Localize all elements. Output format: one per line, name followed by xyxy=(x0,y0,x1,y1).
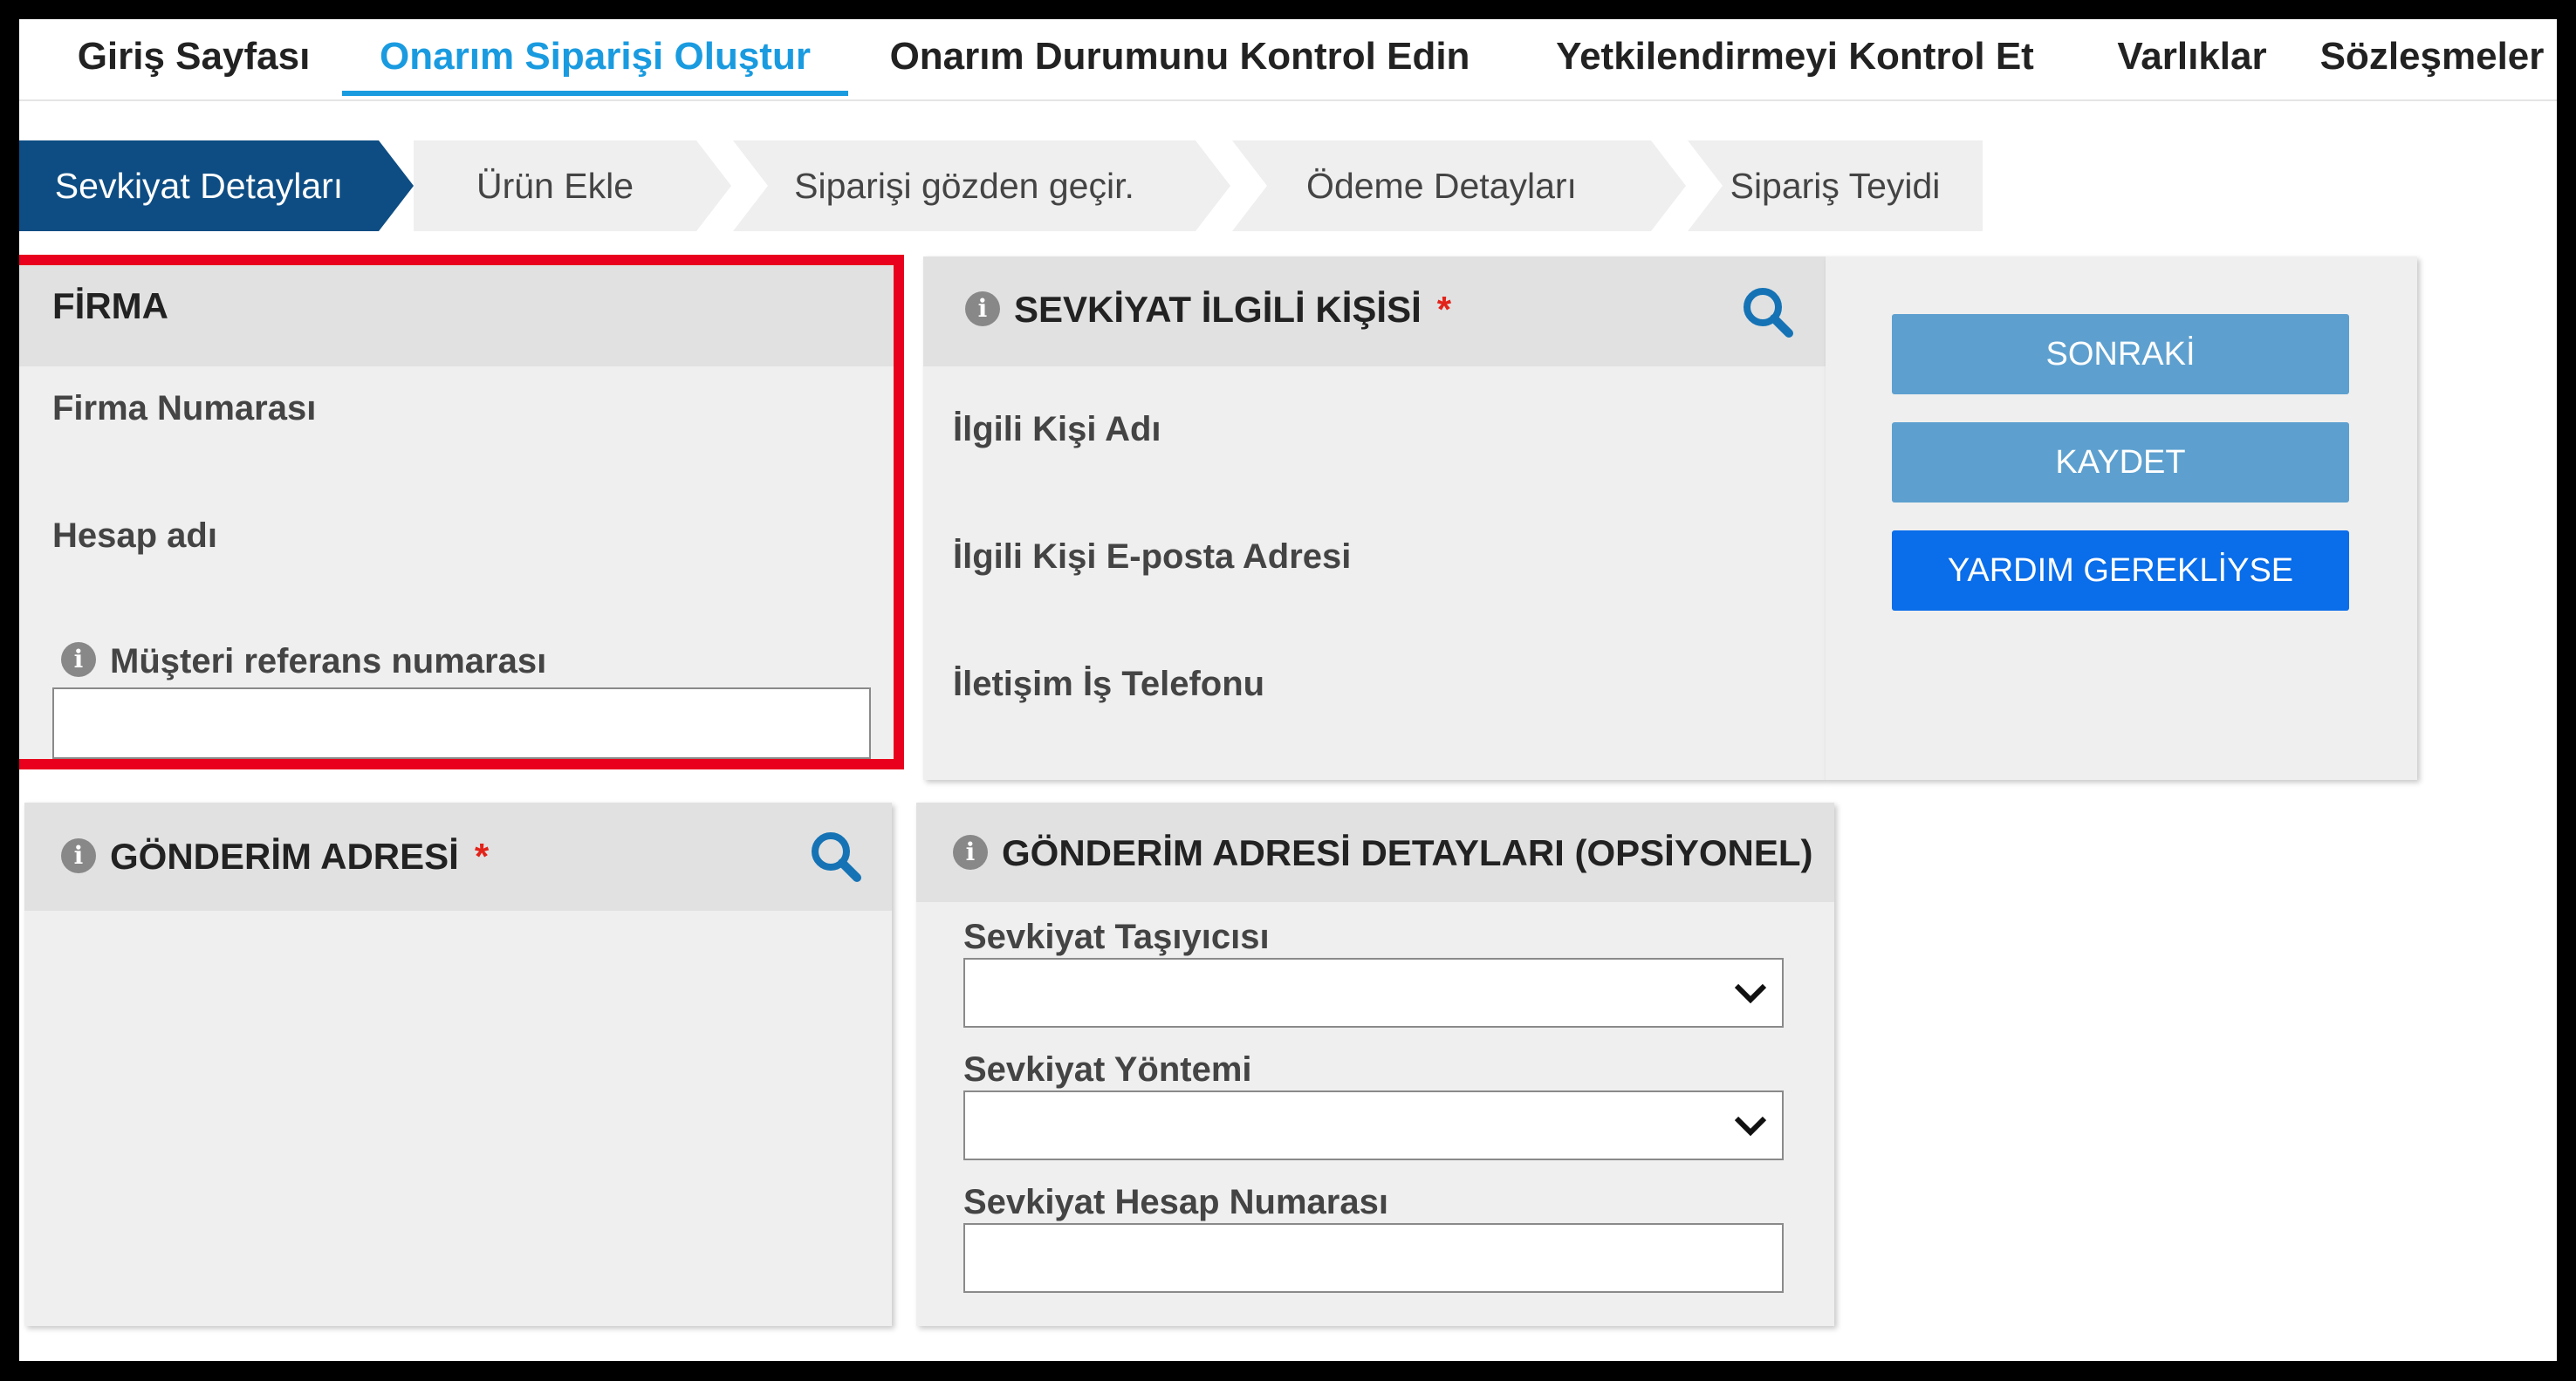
company-panel: FİRMA Firma Numarası Hesap adı i Müşteri … xyxy=(19,265,894,759)
step-arrow xyxy=(1651,140,1686,231)
step-payment-details[interactable]: Ödeme Detayları xyxy=(1232,140,1651,231)
carrier-select[interactable] xyxy=(963,958,1784,1028)
shipping-account-label: Sevkiyat Hesap Numarası xyxy=(963,1183,1388,1221)
top-nav: Giriş Sayfası Onarım Siparişi Oluştur On… xyxy=(19,19,2557,101)
info-icon[interactable]: i xyxy=(953,834,988,870)
company-panel-title: FİRMA xyxy=(19,265,894,366)
shipping-address-header: i GÖNDERİM ADRESİ * xyxy=(24,803,892,911)
required-mark: * xyxy=(1436,289,1452,330)
info-icon[interactable]: i xyxy=(61,642,96,678)
chevron-down-icon[interactable] xyxy=(1731,979,1770,1008)
next-button[interactable]: SONRAKİ xyxy=(1892,314,2349,394)
step-add-product[interactable]: Ürün Ekle xyxy=(414,140,696,231)
shipping-details-panel: i GÖNDERİM ADRESİ DETAYLARI (OPSİYONEL) S… xyxy=(916,803,1834,1326)
shipping-contact-header: i SEVKİYAT İLGİLİ KİŞİSİ * xyxy=(923,256,1826,366)
customer-ref-label-row: i Müşteri referans numarası xyxy=(61,642,546,681)
contact-phone-label: İletişim İş Telefonu xyxy=(953,665,1265,703)
search-icon[interactable] xyxy=(1740,284,1796,340)
step-shipping-details[interactable]: Sevkiyat Detayları xyxy=(19,140,379,231)
app-window: Giriş Sayfası Onarım Siparişi Oluştur On… xyxy=(19,19,2557,1361)
info-icon[interactable]: i xyxy=(965,291,1000,326)
customer-ref-input[interactable] xyxy=(52,687,871,759)
nav-assets[interactable]: Varlıklar xyxy=(2087,19,2297,96)
chevron-down-icon[interactable] xyxy=(1731,1111,1770,1141)
step-arrow xyxy=(1688,140,1723,231)
step-arrow xyxy=(733,140,768,231)
company-number-label: Firma Numarası xyxy=(52,389,317,427)
step-arrow xyxy=(379,140,414,231)
shipping-contact-title: SEVKİYAT İLGİLİ KİŞİSİ xyxy=(1014,289,1422,330)
method-select[interactable] xyxy=(963,1090,1784,1160)
account-name-label: Hesap adı xyxy=(52,516,217,555)
contact-name-label: İlgili Kişi Adı xyxy=(953,410,1161,448)
step-arrow xyxy=(696,140,731,231)
step-order-confirmation[interactable]: Sipariş Teyidi xyxy=(1688,140,1983,231)
nav-home[interactable]: Giriş Sayfası xyxy=(63,19,325,96)
step-arrow xyxy=(1196,140,1230,231)
required-mark: * xyxy=(474,836,490,877)
nav-check-repair-status[interactable]: Onarım Durumunu Kontrol Edin xyxy=(879,19,1481,96)
shipping-address-panel: i GÖNDERİM ADRESİ * xyxy=(24,803,892,1326)
help-button[interactable]: YARDIM GEREKLİYSE xyxy=(1892,530,2349,611)
info-icon[interactable]: i xyxy=(61,837,96,873)
shipping-account-input[interactable] xyxy=(963,1223,1784,1293)
contact-email-label: İlgili Kişi E-posta Adresi xyxy=(953,537,1352,576)
shipping-details-header: i GÖNDERİM ADRESİ DETAYLARI (OPSİYONEL) xyxy=(916,803,1834,902)
customer-ref-label: Müşteri referans numarası xyxy=(110,642,547,680)
step-review-order[interactable]: Siparişi gözden geçir. xyxy=(733,140,1196,231)
shipping-details-title: GÖNDERİM ADRESİ DETAYLARI (OPSİYONEL) xyxy=(1002,832,1813,873)
carrier-label: Sevkiyat Taşıyıcısı xyxy=(963,918,1270,956)
shipping-address-title: GÖNDERİM ADRESİ xyxy=(110,836,459,877)
nav-create-repair-order[interactable]: Onarım Siparişi Oluştur xyxy=(342,19,848,96)
nav-check-authorization[interactable]: Yetkilendirmeyi Kontrol Et xyxy=(1533,19,2057,96)
shipping-contact-panel: i SEVKİYAT İLGİLİ KİŞİSİ * İlgili Kişi Adı… xyxy=(923,256,1826,780)
step-arrow xyxy=(1232,140,1267,231)
save-button[interactable]: KAYDET xyxy=(1892,422,2349,502)
nav-contracts[interactable]: Sözleşmeler xyxy=(2314,19,2550,96)
search-icon[interactable] xyxy=(808,829,864,885)
method-label: Sevkiyat Yöntemi xyxy=(963,1050,1252,1089)
